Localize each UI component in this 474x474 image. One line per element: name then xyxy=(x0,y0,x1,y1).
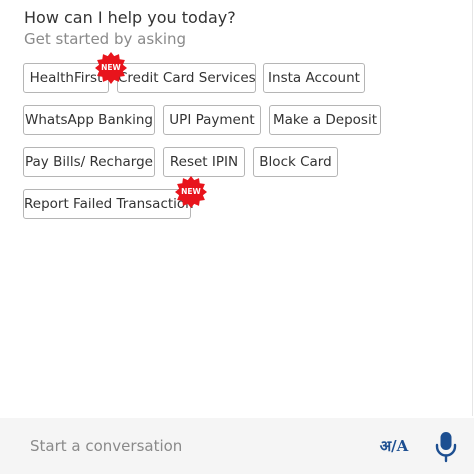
chip-insta-account[interactable]: Insta Account xyxy=(263,63,365,93)
chip-reset-ipin[interactable]: Reset IPIN xyxy=(163,147,245,177)
chip-credit-card-services[interactable]: Credit Card Services xyxy=(117,63,256,93)
new-badge-icon: NEW xyxy=(95,52,127,84)
new-badge-label: NEW xyxy=(101,63,121,72)
new-badge-label: NEW xyxy=(181,187,201,196)
microphone-icon[interactable] xyxy=(433,431,459,463)
greeting-subtitle: Get started by asking xyxy=(24,30,187,48)
language-toggle-button[interactable]: अ/A xyxy=(372,434,416,458)
chip-whatsapp-banking[interactable]: WhatsApp Banking xyxy=(23,105,155,135)
chip-block-card[interactable]: Block Card xyxy=(253,147,338,177)
chip-upi-payment[interactable]: UPI Payment xyxy=(163,105,261,135)
chat-panel: How can I help you today? Get started by… xyxy=(0,0,473,416)
message-input[interactable] xyxy=(18,428,382,464)
chip-report-failed-transaction[interactable]: Report Failed Transaction xyxy=(23,189,194,219)
chip-pay-bills-recharge[interactable]: Pay Bills/ Recharge xyxy=(23,147,155,177)
message-input-bar: अ/A xyxy=(0,418,474,474)
chip-make-a-deposit[interactable]: Make a Deposit xyxy=(269,105,381,135)
greeting-heading: How can I help you today? xyxy=(24,8,236,27)
new-badge-icon: NEW xyxy=(175,176,207,208)
